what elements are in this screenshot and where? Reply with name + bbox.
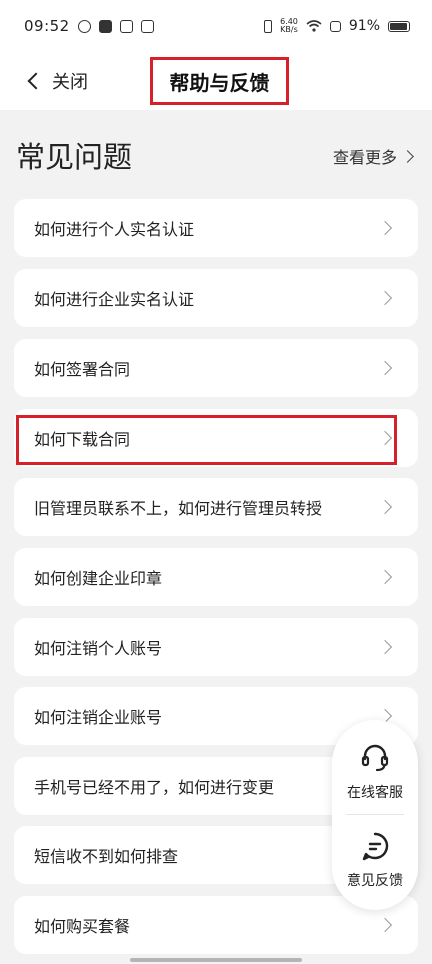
online-service-label: 在线客服: [347, 785, 403, 801]
faq-item-label: 如何进行企业实名认证: [34, 290, 195, 309]
faq-item[interactable]: 如何注销个人账号: [14, 618, 418, 676]
faq-item[interactable]: 如何下载合同: [14, 409, 418, 467]
chevron-right-icon: [401, 149, 414, 163]
chevron-right-icon: [377, 499, 393, 515]
battery-percent: 91%: [348, 18, 380, 34]
faq-header: 常见问题 查看更多: [0, 130, 432, 180]
floating-service-panel: 在线客服 意见反馈: [332, 720, 418, 910]
faq-item-label: 如何注销企业账号: [34, 708, 163, 727]
faq-item[interactable]: 如何进行个人实名认证: [14, 199, 418, 257]
back-chevron-icon: [27, 72, 45, 90]
faq-item[interactable]: 如何签署合同: [14, 339, 418, 397]
net-speed-unit: KB/s: [280, 25, 298, 34]
faq-item-label: 如何注销个人账号: [34, 639, 163, 658]
mail-notification-icon: [119, 19, 133, 33]
status-time: 09:52: [24, 17, 70, 35]
app-notification-icon: [77, 19, 91, 33]
wifi-icon: [306, 20, 322, 32]
see-more-link[interactable]: 查看更多: [332, 144, 414, 168]
chevron-right-icon: [377, 639, 393, 655]
vibrate-icon: [264, 19, 273, 33]
faq-item-label: 短信收不到如何排查: [34, 847, 179, 866]
top-bar: 关闭 帮助与反馈: [0, 52, 432, 110]
faq-item[interactable]: 旧管理员联系不上，如何进行管理员转授: [14, 478, 418, 536]
close-label: 关闭: [52, 72, 88, 93]
tiktok-notification-icon: [98, 19, 112, 33]
status-bar: 09:52 6.40 KB/s 91%: [0, 0, 432, 52]
chevron-right-icon: [377, 360, 393, 376]
faq-title: 常见问题: [16, 140, 133, 174]
faq-item-label: 如何购买套餐: [34, 917, 131, 936]
page-title: 帮助与反馈: [150, 57, 289, 105]
faq-item-label: 如何签署合同: [34, 360, 131, 379]
faq-item-label: 如何下载合同: [34, 430, 131, 449]
data-off-icon: [329, 20, 341, 32]
status-right: 6.40 KB/s 91%: [264, 18, 410, 34]
faq-item-label: 旧管理员联系不上，如何进行管理员转授: [34, 499, 323, 518]
see-more-label: 查看更多: [332, 148, 397, 167]
status-left: 09:52: [24, 17, 154, 35]
chevron-right-icon: [377, 430, 393, 446]
faq-item-label: 手机号已经不用了，如何进行变更: [34, 778, 275, 797]
net-speed: 6.40 KB/s: [280, 18, 298, 34]
chevron-right-icon: [377, 220, 393, 236]
faq-item[interactable]: 如何创建企业印章: [14, 548, 418, 606]
star-notification-icon: [140, 19, 154, 33]
faq-item-label: 如何创建企业印章: [34, 569, 163, 588]
divider: [346, 814, 404, 815]
online-service-button[interactable]: 在线客服: [332, 732, 418, 812]
chevron-right-icon: [377, 290, 393, 306]
chevron-right-icon: [377, 569, 393, 585]
chevron-right-icon: [377, 917, 393, 933]
feedback-button[interactable]: 意见反馈: [332, 820, 418, 900]
chat-bubble-icon: [362, 832, 389, 861]
battery-icon: [388, 20, 410, 32]
feedback-label: 意见反馈: [347, 873, 403, 889]
faq-item-label: 如何进行个人实名认证: [34, 220, 195, 239]
close-button[interactable]: 关闭: [26, 66, 88, 96]
headset-icon: [361, 744, 389, 772]
home-indicator: [130, 958, 302, 962]
faq-item[interactable]: 如何进行企业实名认证: [14, 269, 418, 327]
